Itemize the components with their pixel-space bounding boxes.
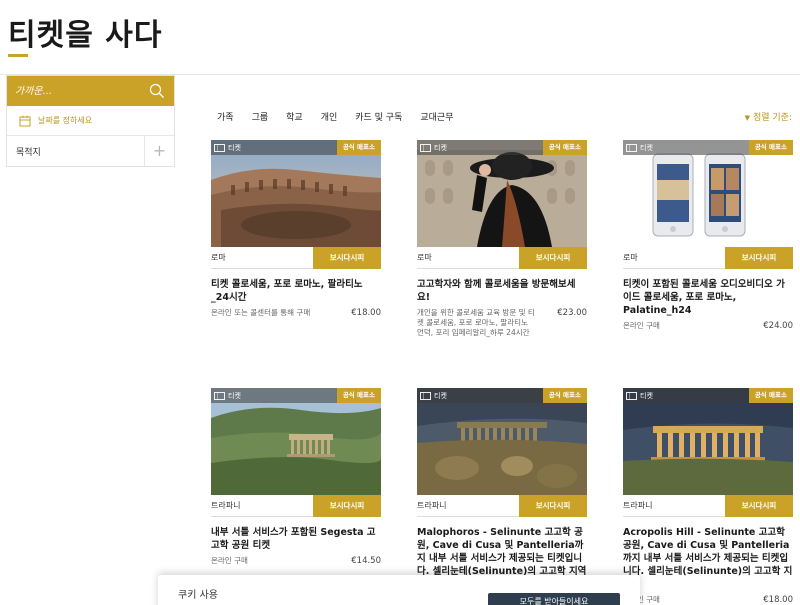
card-title[interactable]: 고고학자와 함께 콜로세움을 방문해보세요! xyxy=(417,278,587,304)
product-card[interactable]: 티켓 공식 매표소 트라파니 보시다시피 Acropolis Hill - Se… xyxy=(623,388,793,605)
card-title[interactable]: 내부 서틀 서비스가 포함된 Segesta 고고학 공원 티켓 xyxy=(211,526,381,552)
filter-sidebar: 날짜를 정하세요 목적지 + xyxy=(6,75,175,167)
card-city: 트라파니 xyxy=(211,501,241,510)
ticket-tag: 티켓 xyxy=(420,143,447,153)
card-price: €18.00 xyxy=(763,595,793,605)
card-price: €24.00 xyxy=(763,321,793,331)
ticket-tag: 티켓 xyxy=(626,143,653,153)
ticket-icon xyxy=(214,144,225,152)
official-badge: 공식 매표소 xyxy=(542,388,587,403)
card-price: €18.00 xyxy=(351,308,381,318)
search-box xyxy=(7,76,174,106)
date-picker[interactable]: 날짜를 정하세요 xyxy=(7,106,174,136)
ticket-icon xyxy=(420,392,431,400)
tab-family[interactable]: 가족 xyxy=(217,110,234,123)
tab-shift-work[interactable]: 교대근무 xyxy=(420,110,453,123)
card-city: 로마 xyxy=(623,253,638,262)
tab-cards-subscriptions[interactable]: 카드 및 구독 xyxy=(355,110,402,123)
card-price: €14.50 xyxy=(351,556,381,566)
ticket-tag: 티켓 xyxy=(214,391,241,401)
card-price: €23.00 xyxy=(557,308,587,318)
date-picker-label: 날짜를 정하세요 xyxy=(38,116,93,125)
card-city: 트라파니 xyxy=(417,501,447,510)
cookie-banner: 쿠키 사용 모두를 받아들이세요 xyxy=(158,575,640,605)
product-card[interactable]: 티켓 공식 매표소 트라파니 보시다시피 내부 서틀 서비스가 포함된 Sege… xyxy=(211,388,381,566)
ticket-icon xyxy=(626,392,637,400)
card-title[interactable]: 티켓이 포함된 콜로세움 오디오비디오 가이드 콜로세움, 포로 로마노, Pa… xyxy=(623,278,793,317)
view-button[interactable]: 보시다시피 xyxy=(313,495,381,517)
tab-individual[interactable]: 개인 xyxy=(321,110,338,123)
official-badge: 공식 매표소 xyxy=(542,140,587,155)
official-badge: 공식 매표소 xyxy=(336,140,381,155)
destination-label: 목적지 xyxy=(16,148,41,158)
search-icon[interactable] xyxy=(149,83,165,99)
official-badge: 공식 매표소 xyxy=(748,388,793,403)
card-description: 온라인 또는 콜센터를 통해 구매 xyxy=(211,308,311,317)
ticket-icon xyxy=(420,144,431,152)
ticket-icon xyxy=(214,392,225,400)
card-image[interactable]: 티켓 공식 매표소 xyxy=(211,140,381,247)
official-badge: 공식 매표소 xyxy=(336,388,381,403)
card-title[interactable]: Acropolis Hill - Selinunte 고고학 공원, Cave … xyxy=(623,526,793,591)
product-card[interactable]: 티켓 공식 매표소 로마 보시다시피 티켓 콜로세움, 포로 로마노, 팔라티노… xyxy=(211,140,381,318)
tab-group[interactable]: 그룹 xyxy=(252,110,269,123)
card-city: 로마 xyxy=(211,253,226,262)
cookie-banner-title: 쿠키 사용 xyxy=(178,590,218,601)
product-card[interactable]: 티켓 공식 매표소 로마 보시다시피 고고학자와 함께 콜로세움을 방문해보세요… xyxy=(417,140,587,338)
card-image[interactable]: 티켓 공식 매표소 xyxy=(623,140,793,247)
ticket-tag: 티켓 xyxy=(214,143,241,153)
card-description: 개인을 위한 콜로세움 교육 방문 및 티켓 콜로세움, 포로 로마노, 팔라티… xyxy=(417,308,535,337)
ticket-icon xyxy=(626,144,637,152)
card-description: 온라인 구매 xyxy=(211,556,248,565)
calendar-icon xyxy=(19,115,31,127)
search-input[interactable] xyxy=(15,82,145,100)
destination-filter[interactable]: 목적지 + xyxy=(7,136,174,166)
category-tabs: 가족 그룹 학교 개인 카드 및 구독 교대근무 xyxy=(217,110,472,123)
view-button[interactable]: 보시다시피 xyxy=(725,247,793,269)
card-description: 온라인 구매 xyxy=(623,321,660,330)
product-card[interactable]: 티켓 공식 매표소 트라파니 보시다시피 Malophoros - Selinu… xyxy=(417,388,587,578)
card-image[interactable]: 티켓 공식 매표소 xyxy=(417,140,587,247)
card-image[interactable]: 티켓 공식 매표소 xyxy=(417,388,587,495)
ticket-tag: 티켓 xyxy=(626,391,653,401)
page-title: 티켓을 사다 xyxy=(8,18,163,53)
card-city: 트라파니 xyxy=(623,501,653,510)
card-description: 온라인 구매 xyxy=(623,595,660,604)
card-title[interactable]: 티켓 콜로세움, 포로 로마노, 팔라티노 _24시간 xyxy=(211,278,381,304)
tab-school[interactable]: 학교 xyxy=(286,110,303,123)
card-city: 로마 xyxy=(417,253,432,262)
card-title[interactable]: Malophoros - Selinunte 고고학 공원, Cave di C… xyxy=(417,526,587,578)
view-button[interactable]: 보시다시피 xyxy=(725,495,793,517)
sort-dropdown[interactable]: ▼ 정렬 기준: xyxy=(745,110,792,123)
view-button[interactable]: 보시다시피 xyxy=(313,247,381,269)
product-card[interactable]: 티켓 공식 매표소 로마 보시다시피 티켓이 포함된 콜로세움 오디오비디오 가… xyxy=(623,140,793,331)
view-button[interactable]: 보시다시피 xyxy=(519,247,587,269)
view-button[interactable]: 보시다시피 xyxy=(519,495,587,517)
ticket-tag: 티켓 xyxy=(420,391,447,401)
destination-expand-icon[interactable]: + xyxy=(144,136,174,166)
title-underline xyxy=(8,54,28,57)
accept-all-cookies-button[interactable]: 모두를 받아들이세요 xyxy=(488,593,620,605)
official-badge: 공식 매표소 xyxy=(748,140,793,155)
sort-label: 정렬 기준: xyxy=(752,113,792,123)
card-image[interactable]: 티켓 공식 매표소 xyxy=(623,388,793,495)
caret-down-icon: ▼ xyxy=(744,114,750,122)
card-image[interactable]: 티켓 공식 매표소 xyxy=(211,388,381,495)
